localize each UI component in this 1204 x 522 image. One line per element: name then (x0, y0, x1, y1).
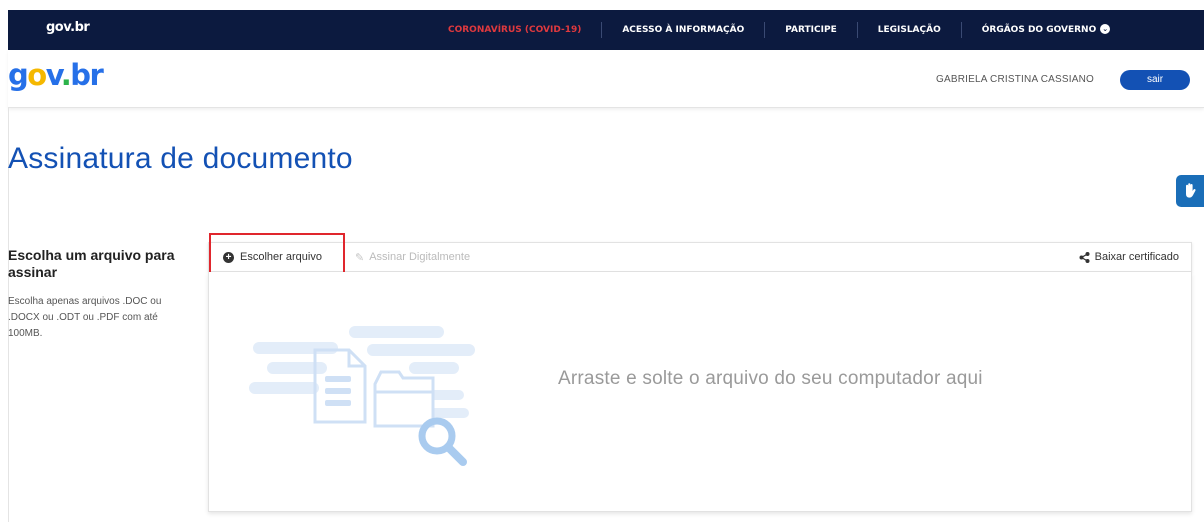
download-certificate-label: Baixar certificado (1094, 251, 1179, 263)
logo-letter-g: g (8, 58, 29, 92)
user-name: GABRIELA CRISTINA CASSIANO (936, 74, 1095, 85)
logo-dot: . (60, 58, 72, 92)
hand-icon (1186, 183, 1196, 198)
chevron-down-icon[interactable]: ⌄ (1100, 24, 1111, 34)
accessibility-widget-button[interactable] (1176, 175, 1204, 207)
logo-letter-o: o (27, 58, 47, 92)
file-search-illustration-icon (249, 326, 475, 466)
nav-link-orgaos-label: ÓRGÃOS DO GOVERNO (981, 25, 1097, 35)
government-top-bar: gov.br CORONAVÍRUS (COVID-19) ACESSO À I… (8, 10, 1204, 50)
drop-zone-instruction: Arraste e solte o arquivo do seu computa… (558, 368, 983, 389)
download-certificate-button[interactable]: Baixar certificado (1079, 243, 1179, 271)
nav-link-acesso-informacao[interactable]: ACESSO À INFORMAÇÃO (602, 22, 766, 38)
page-title: Assinatura de documento (8, 142, 353, 175)
nav-link-legislacao[interactable]: LEGISLAÇÃO (858, 22, 962, 38)
edit-icon: ✎ (355, 251, 365, 264)
choose-file-heading: Escolha um arquivo para assinar (8, 247, 175, 280)
file-drop-zone[interactable]: Arraste e solte o arquivo do seu computa… (208, 272, 1192, 512)
govbr-logo[interactable]: gov.br (8, 58, 104, 92)
nav-link-orgaos-governo[interactable]: ÓRGÃOS DO GOVERNO ⌄ (962, 22, 1130, 38)
share-icon (1079, 251, 1090, 263)
logo-letter-v: v (45, 58, 63, 92)
sign-digitally-label: Assinar Digitalmente (369, 251, 471, 263)
nav-link-participe[interactable]: PARTICIPE (765, 22, 858, 38)
govbr-top-brand[interactable]: gov.br (46, 20, 90, 35)
top-nav-links: CORONAVÍRUS (COVID-19) ACESSO À INFORMAÇ… (428, 10, 1130, 50)
sign-digitally-button[interactable]: ✎ Assinar Digitalmente (355, 243, 470, 271)
nav-link-coronavirus[interactable]: CORONAVÍRUS (COVID-19) (428, 22, 603, 38)
file-toolbar: + Escolher arquivo ✎ Assinar Digitalment… (208, 233, 1192, 281)
logout-button[interactable]: sair (1120, 70, 1190, 90)
choose-file-label: Escolher arquivo (240, 251, 322, 263)
site-header: gov.br GABRIELA CRISTINA CASSIANO sair (8, 50, 1204, 108)
logo-letters-br: br (70, 58, 104, 92)
file-type-description: Escolha apenas arquivos .DOC ou .DOCX ou… (8, 296, 162, 339)
plus-circle-icon: + (223, 251, 234, 263)
